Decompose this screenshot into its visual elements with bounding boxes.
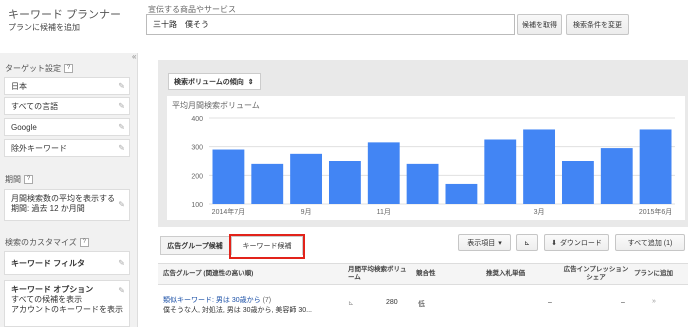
- add-to-plan-icon[interactable]: »: [652, 298, 656, 305]
- header-volume[interactable]: 月間平均検索ボリューム: [348, 266, 410, 282]
- y-tick-label: 100: [191, 202, 203, 209]
- highlight-box: [229, 234, 305, 259]
- columns-button[interactable]: 表示項目 ▾: [458, 234, 511, 251]
- header-share[interactable]: 広告インプレッションシェア: [563, 266, 629, 282]
- x-tick-label: 11月: [377, 208, 391, 216]
- download-button[interactable]: ⬇ ダウンロード: [544, 234, 609, 251]
- header-competition[interactable]: 競合性: [416, 270, 436, 278]
- x-tick-label: 9月: [301, 208, 312, 216]
- x-tick-label: 3月: [534, 208, 545, 216]
- bar: [328, 161, 361, 204]
- keyword-filter[interactable]: キーワード フィルタ ✎: [4, 251, 130, 275]
- bar: [212, 149, 245, 204]
- chart-icon: ⊾: [524, 239, 530, 247]
- y-tick-label: 200: [191, 173, 203, 180]
- y-tick-label: 400: [191, 116, 203, 123]
- product-input[interactable]: [146, 14, 515, 35]
- download-icon: ⬇: [551, 239, 557, 247]
- chevron-updown-icon: ⇕: [247, 78, 254, 86]
- header-group[interactable]: 広告グループ (関連性の高い順): [163, 270, 253, 278]
- share-value: –: [621, 299, 625, 306]
- x-tick-label: 2014年7月: [212, 207, 245, 216]
- y-tick-label: 300: [191, 145, 203, 152]
- pencil-icon[interactable]: ✎: [118, 200, 125, 210]
- tab-ad-group-ideas[interactable]: 広告グループ候補: [160, 236, 230, 255]
- bar: [639, 129, 672, 204]
- period-title: 期間 ?: [5, 174, 33, 185]
- cpc-value: –: [548, 299, 552, 306]
- targeting-network[interactable]: Google ✎: [4, 118, 130, 136]
- pencil-icon[interactable]: ✎: [118, 259, 125, 268]
- targeting-negative-keywords[interactable]: 除外キーワード ✎: [4, 139, 130, 157]
- chevron-down-icon: ▾: [498, 239, 502, 247]
- pencil-icon[interactable]: ✎: [118, 123, 125, 132]
- chart-toggle-button[interactable]: ⊾: [516, 234, 538, 251]
- get-ideas-button[interactable]: 候補を取得: [517, 14, 562, 35]
- pencil-icon[interactable]: ✎: [118, 102, 125, 111]
- ad-group-link[interactable]: 類似キーワード: 男は 30歳から (7): [163, 295, 271, 305]
- bar: [406, 163, 439, 204]
- bar: [367, 142, 400, 204]
- chart-title: 平均月間検索ボリューム: [172, 101, 260, 110]
- targeting-language[interactable]: すべての言語 ✎: [4, 97, 130, 115]
- bar: [523, 129, 556, 204]
- bar: [445, 183, 478, 204]
- header-add: プランに追加: [634, 270, 673, 277]
- bar: [290, 153, 323, 204]
- bar: [561, 161, 594, 204]
- bar: [251, 163, 284, 204]
- volume-chart: 100 200 300 400 2014年7月 9月 11月 3月 2015年6月: [191, 116, 675, 216]
- bar: [600, 148, 633, 204]
- help-icon[interactable]: ?: [24, 175, 33, 184]
- bar: [484, 139, 517, 204]
- volume-value: 280: [386, 299, 398, 306]
- help-icon[interactable]: ?: [64, 64, 73, 73]
- period-setting[interactable]: 月間検索数の平均を表示する 期間: 過去 12 か月間 ✎: [4, 189, 130, 221]
- pencil-icon[interactable]: ✎: [118, 286, 125, 296]
- header-cpc[interactable]: 推奨入札単価: [486, 270, 525, 278]
- competition-value: 低: [418, 301, 425, 308]
- modify-search-button[interactable]: 検索条件を変更: [566, 14, 629, 35]
- targeting-title: ターゲット設定 ?: [5, 63, 73, 74]
- help-icon[interactable]: ?: [79, 238, 89, 247]
- keyword-options[interactable]: キーワード オプション すべての候補を表示 アカウントのキーワードを表示 ✎: [4, 280, 130, 327]
- ad-group-keywords: 僕そうな人, 対処法, 男は 30歳から, 美容師 30...: [163, 307, 312, 314]
- pencil-icon[interactable]: ✎: [118, 144, 125, 153]
- customize-title: 検索のカスタマイズ ?: [5, 237, 89, 248]
- trend-icon[interactable]: ⊾: [348, 299, 354, 307]
- pencil-icon[interactable]: ✎: [118, 82, 125, 91]
- volume-trend-dropdown[interactable]: 検索ボリュームの傾向 ⇕: [168, 73, 261, 90]
- add-all-button[interactable]: すべて追加 (1): [615, 234, 685, 251]
- collapse-sidebar-icon[interactable]: «: [132, 52, 136, 61]
- x-tick-label: 2015年6月: [639, 207, 672, 216]
- targeting-location[interactable]: 日本 ✎: [4, 77, 130, 95]
- app-title: キーワード プランナー: [8, 9, 122, 21]
- app-subtitle: プランに候補を追加: [8, 23, 80, 32]
